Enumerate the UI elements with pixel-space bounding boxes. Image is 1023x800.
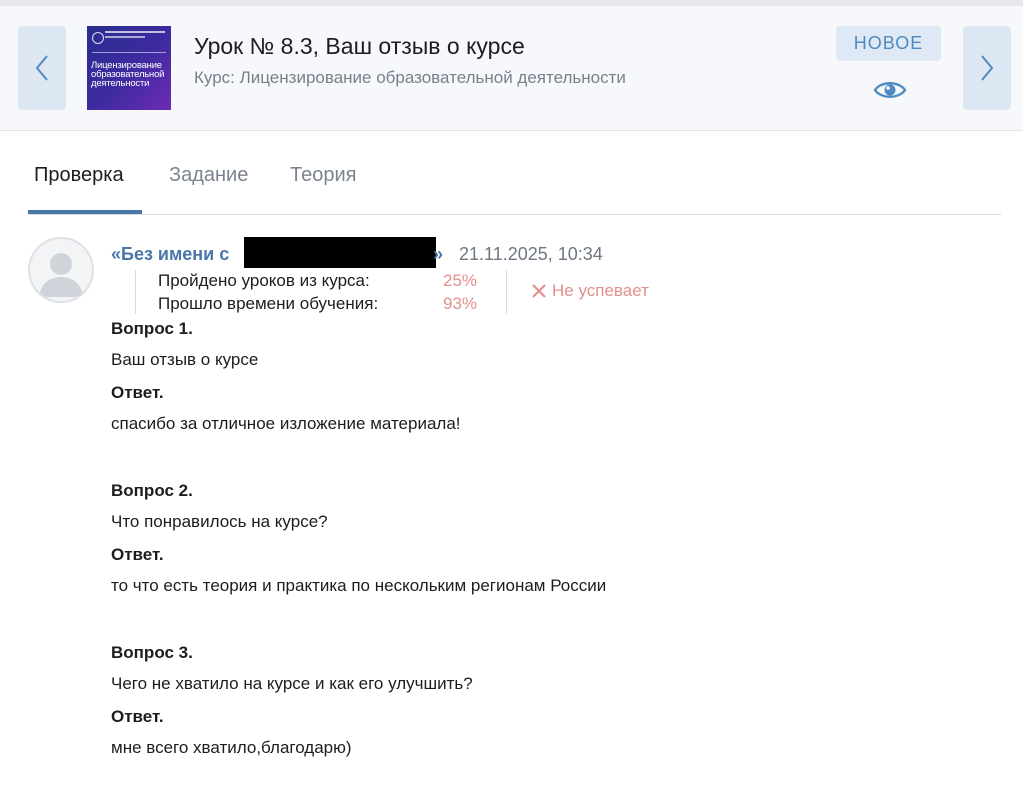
course-cover-image: Лицензирование образовательной деятельно… xyxy=(87,26,171,110)
avatar xyxy=(28,237,94,303)
answer-label: Ответ. xyxy=(111,545,164,564)
stat-lessons-value: 25% xyxy=(443,271,478,290)
qa-item: Вопрос 1. Ваш отзыв о курсе Ответ. спаси… xyxy=(111,319,991,434)
question-text: Что понравилось на курсе? xyxy=(111,512,328,531)
author-name-end: » xyxy=(433,244,444,264)
next-lesson-button[interactable] xyxy=(963,26,1011,110)
cover-title: Лицензирование образовательной деятельно… xyxy=(91,60,165,89)
tab-bar: Проверка Задание Теория xyxy=(28,146,1001,215)
submission-timestamp: 21.11.2025, 10:34 xyxy=(459,244,603,264)
answer-label: Ответ. xyxy=(111,707,164,726)
user-placeholder-icon xyxy=(39,253,83,297)
course-name: Курс: Лицензирование образовательной дея… xyxy=(194,68,626,87)
answer-label: Ответ. xyxy=(111,383,164,402)
tab-assignment[interactable]: Задание xyxy=(169,164,248,187)
question-text: Ваш отзыв о курсе xyxy=(111,350,259,369)
active-tab-indicator xyxy=(28,210,142,214)
lesson-title: Урок № 8.3, Ваш отзыв о курсе xyxy=(194,33,525,59)
lesson-header: Лицензирование образовательной деятельно… xyxy=(0,6,1023,131)
stat-time-value: 93% xyxy=(443,294,478,313)
tab-check[interactable]: Проверка xyxy=(34,164,124,187)
prev-lesson-button[interactable] xyxy=(18,26,66,110)
question-label: Вопрос 1. xyxy=(111,319,193,338)
question-text: Чего не хватило на курсе и как его улучш… xyxy=(111,674,473,693)
question-label: Вопрос 2. xyxy=(111,481,193,500)
qa-item: Вопрос 3. Чего не хватило на курсе и как… xyxy=(111,643,991,758)
stats-divider xyxy=(506,270,507,314)
stats-divider xyxy=(135,270,136,314)
redacted-block xyxy=(244,237,436,268)
chevron-right-icon xyxy=(981,55,994,81)
eye-icon[interactable] xyxy=(873,78,907,107)
cover-logo xyxy=(92,32,104,44)
new-badge: НОВОЕ xyxy=(836,26,941,61)
status-text: Не успевает xyxy=(552,281,649,300)
author-name[interactable]: «Без имени с xyxy=(111,244,229,265)
answer-text: то что есть теория и практика по несколь… xyxy=(111,576,607,595)
stat-lessons-label: Пройдено уроков из курса: xyxy=(158,271,370,290)
qa-item: Вопрос 2. Что понравилось на курсе? Отве… xyxy=(111,481,991,596)
tab-theory[interactable]: Теория xyxy=(290,164,356,187)
stat-time-label: Прошло времени обучения: xyxy=(158,294,379,313)
status-badge: Не успевает xyxy=(530,281,649,301)
cross-icon xyxy=(532,284,546,298)
answer-text: спасибо за отличное изложение материала! xyxy=(111,414,461,433)
answer-text: мне всего хватило,благодарю) xyxy=(111,738,352,757)
chevron-left-icon xyxy=(35,55,48,81)
question-label: Вопрос 3. xyxy=(111,643,193,662)
